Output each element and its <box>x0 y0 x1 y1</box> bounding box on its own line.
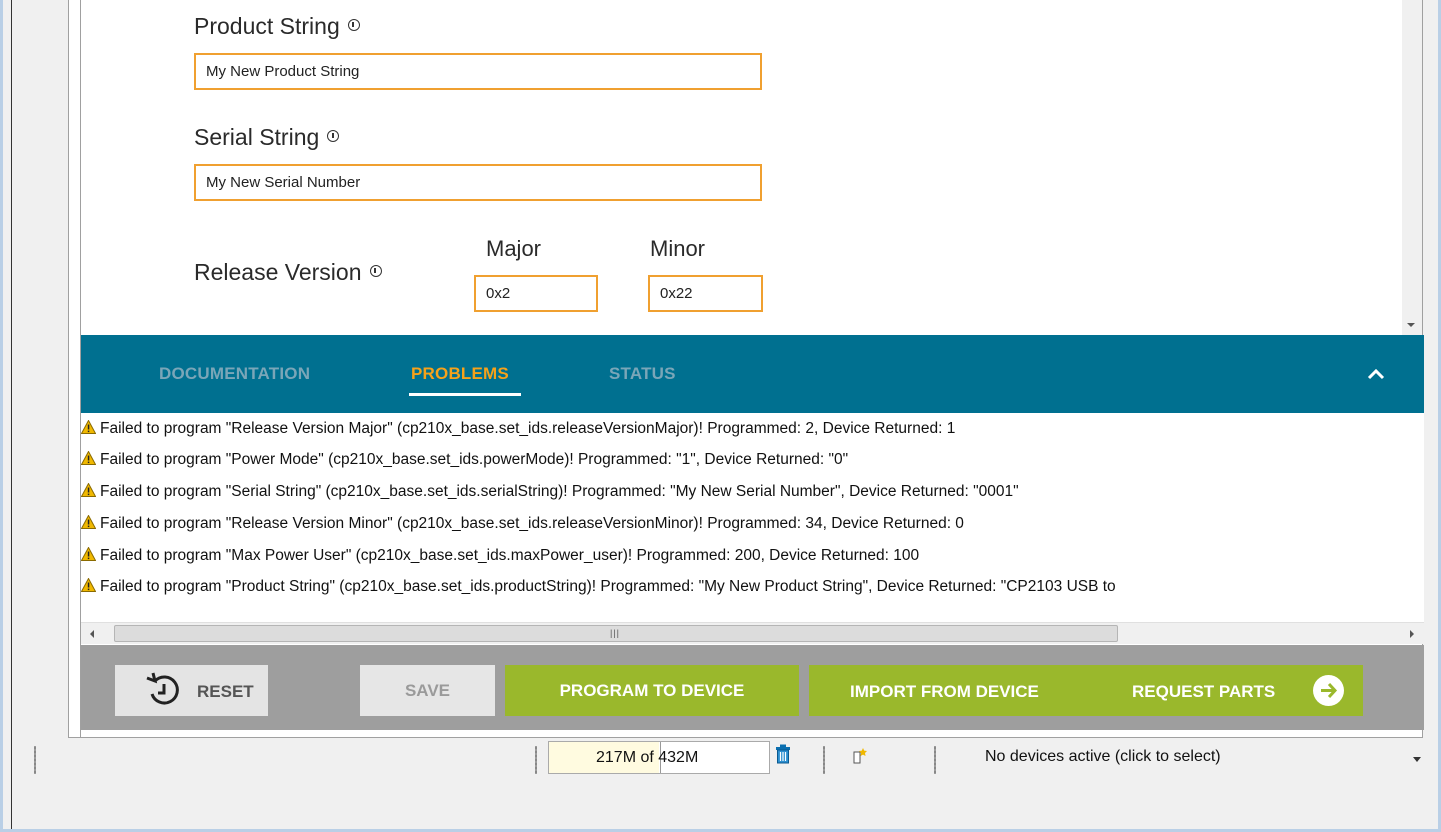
warning-icon <box>81 514 96 529</box>
device-selector[interactable]: No devices active (click to select) <box>985 748 1221 766</box>
reset-button[interactable]: RESET <box>115 665 268 716</box>
window-left-edge <box>0 0 18 832</box>
plug-icon[interactable] <box>853 748 867 764</box>
list-item[interactable]: Failed to program "Release Version Minor… <box>81 511 964 537</box>
minor-label: Minor <box>650 236 706 261</box>
program-to-device-button[interactable]: PROGRAM TO DEVICE <box>505 665 799 716</box>
separator <box>34 746 36 774</box>
warning-icon <box>81 419 96 434</box>
chevron-up-icon[interactable] <box>1367 365 1385 383</box>
import-from-device-button[interactable]: IMPORT FROM DEVICE <box>850 682 1039 702</box>
serial-string-label: Serial String <box>194 124 340 151</box>
warning-icon <box>81 546 96 561</box>
separator <box>535 746 537 774</box>
arrow-right-circle-icon[interactable] <box>1313 675 1344 706</box>
heap-status-text: 217M of 432M <box>596 749 699 766</box>
release-version-label: Release Version <box>194 259 382 286</box>
product-string-input[interactable] <box>194 53 762 90</box>
chevron-down-icon[interactable] <box>1413 757 1421 762</box>
scroll-right-arrow-icon[interactable] <box>1410 630 1414 638</box>
reset-label: RESET <box>197 682 254 701</box>
list-item[interactable]: Failed to program "Serial String" (cp210… <box>81 479 1019 505</box>
tab-documentation[interactable]: DOCUMENTATION <box>159 364 310 384</box>
save-button[interactable]: SAVE <box>360 665 495 716</box>
release-minor-input[interactable] <box>648 275 763 312</box>
configurator-panel: Product String Serial String Release Ver… <box>68 0 1424 738</box>
list-item[interactable]: Failed to program "Release Version Major… <box>81 416 955 442</box>
product-string-label: Product String <box>194 13 360 40</box>
problems-list: Failed to program "Release Version Major… <box>81 413 1424 622</box>
list-item[interactable]: Failed to program "Product String" (cp21… <box>81 574 1116 600</box>
trash-icon[interactable] <box>775 744 791 764</box>
list-item[interactable]: Failed to program "Max Power User" (cp21… <box>81 543 919 569</box>
status-bar: 217M of 432M No devices active (click to… <box>0 738 1441 782</box>
release-major-input[interactable] <box>474 275 598 312</box>
list-item[interactable]: Failed to program "Power Mode" (cp210x_b… <box>81 447 848 473</box>
vertical-scrollbar[interactable] <box>1402 0 1422 335</box>
info-icon[interactable] <box>327 130 340 142</box>
info-icon[interactable] <box>369 265 382 277</box>
scroll-left-arrow-icon[interactable] <box>90 630 94 638</box>
separator <box>823 746 825 774</box>
warning-icon <box>81 450 96 465</box>
request-parts-button[interactable]: REQUEST PARTS <box>1132 682 1275 702</box>
scrollbar-thumb[interactable]: ||| <box>114 625 1118 642</box>
tab-problems[interactable]: PROBLEMS <box>411 364 509 384</box>
scroll-down-arrow-icon[interactable] <box>1407 323 1415 327</box>
serial-string-input[interactable] <box>194 164 762 201</box>
import-request-group: IMPORT FROM DEVICE REQUEST PARTS <box>809 665 1363 716</box>
reset-icon <box>146 672 179 705</box>
action-bar: RESET SAVE PROGRAM TO DEVICE IMPORT FROM… <box>81 645 1424 730</box>
warning-icon <box>81 482 96 497</box>
warning-icon <box>81 577 96 592</box>
major-label: Major <box>486 236 542 261</box>
horizontal-scrollbar[interactable]: ||| <box>81 622 1424 644</box>
info-icon[interactable] <box>347 19 360 31</box>
separator <box>934 746 936 774</box>
tab-status[interactable]: STATUS <box>609 364 676 384</box>
heap-status[interactable]: 217M of 432M <box>548 741 770 774</box>
bottom-panel-tabs: DOCUMENTATION PROBLEMS STATUS <box>81 335 1424 413</box>
active-tab-underline <box>409 393 521 396</box>
grip-icon: ||| <box>610 628 621 638</box>
